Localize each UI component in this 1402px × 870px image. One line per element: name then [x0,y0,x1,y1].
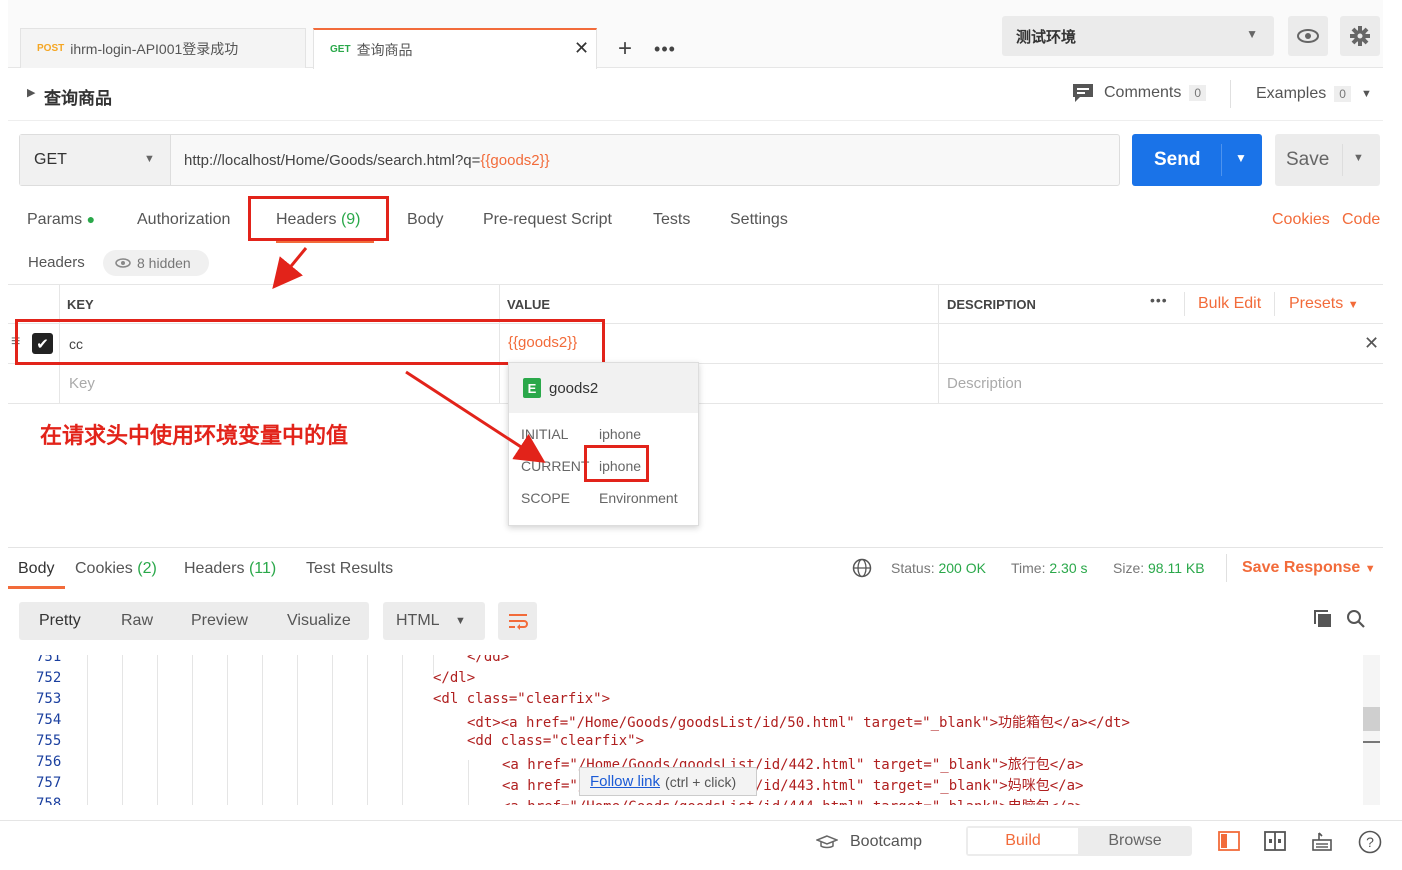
format-label: HTML [396,612,440,629]
build-mode-button[interactable]: Build [968,828,1078,854]
gutter-guide [332,655,333,805]
response-tab-body[interactable]: Body [18,560,54,578]
gutter-guide [468,760,469,805]
size-label: Size: [1113,560,1145,576]
code-line: </dd> [467,655,510,665]
code-line: <dl class="clearfix"> [433,691,611,707]
status-value: 200 OK [938,560,986,576]
divider [8,547,1383,548]
chevron-down-icon: ▼ [1364,563,1376,575]
runner-icon[interactable] [1311,830,1333,856]
tab-label: Headers [184,560,245,577]
code-line: <dt><a href="/Home/Goods/goodsList/id/50… [467,715,1130,731]
sidebar-toggle-icon[interactable] [1218,831,1240,855]
response-size: Size: 98.11 KB [1113,560,1205,576]
view-visualize[interactable]: Visualize [287,602,351,640]
line-number: 757 [36,775,62,791]
response-tab-cookies[interactable]: Cookies (2) [75,560,157,578]
status-label: Status: [891,560,935,576]
gutter-guide [297,655,298,805]
size-value: 98.11 KB [1148,560,1205,576]
globe-icon[interactable] [852,558,872,582]
gutter-guide [227,655,228,805]
save-response-button[interactable]: Save Response ▼ [1242,559,1376,577]
tab-label: Cookies [75,560,133,577]
gutter-guide [87,655,88,805]
code-line: <dd class="clearfix"> [467,733,645,749]
line-number: 753 [36,691,62,707]
line-number: 758 [36,796,62,805]
postman-window: POST ihrm-login-API001登录成功 GET 查询商品 ✕ + … [0,0,1402,870]
help-icon[interactable]: ? [1358,830,1382,858]
follow-link[interactable]: Follow link [590,773,660,790]
graduation-cap-icon [816,835,838,849]
line-number: 752 [36,670,62,686]
line-number: 754 [36,712,62,728]
response-status: Status: 200 OK [891,560,986,576]
gutter-guide [262,655,263,805]
time-label: Time: [1011,560,1046,576]
browse-mode-button[interactable]: Browse [1080,828,1190,854]
code-line: </dl> [433,670,476,686]
two-pane-icon[interactable] [1264,831,1286,855]
response-time: Time: 2.30 s [1011,560,1088,576]
gutter-guide [192,655,193,805]
save-response-label: Save Response [1242,559,1361,576]
chevron-down-icon: ▼ [455,615,466,627]
format-select[interactable]: HTML ▼ [383,602,485,640]
line-number: 751 [36,655,62,665]
scrollbar-thumb[interactable] [1363,707,1380,731]
svg-text:?: ? [1366,834,1374,850]
response-tab-test-results[interactable]: Test Results [306,560,393,578]
active-tab-underline [8,586,65,589]
line-number: 755 [36,733,62,749]
view-raw[interactable]: Raw [121,602,153,640]
divider [1226,554,1227,582]
wrap-lines-icon[interactable] [498,602,537,640]
response-tab-headers[interactable]: Headers (11) [184,560,276,578]
view-preview[interactable]: Preview [191,602,248,640]
bootcamp-button[interactable]: Bootcamp [816,833,922,851]
gutter-guide [157,655,158,805]
bootcamp-label: Bootcamp [850,833,923,850]
search-icon[interactable] [1346,609,1366,633]
copy-icon[interactable] [1313,609,1333,633]
line-number: 756 [36,754,62,770]
time-value: 2.30 s [1049,560,1088,576]
headers-count: (11) [248,560,277,577]
view-pretty[interactable]: Pretty [39,602,81,640]
gutter-guide [402,655,403,805]
gutter-guide [367,655,368,805]
gutter-guide [122,655,123,805]
follow-link-tooltip[interactable]: Follow link (ctrl + click) [579,767,757,796]
view-mode-bar: Pretty Raw Preview Visualize [19,602,369,640]
cookies-count: (2) [137,560,157,577]
follow-link-hint: (ctrl + click) [665,773,737,790]
code-line: <a href="/Home/Goods/goodsList/id/444.ht… [502,796,1083,805]
scrollbar-marker [1363,741,1380,743]
